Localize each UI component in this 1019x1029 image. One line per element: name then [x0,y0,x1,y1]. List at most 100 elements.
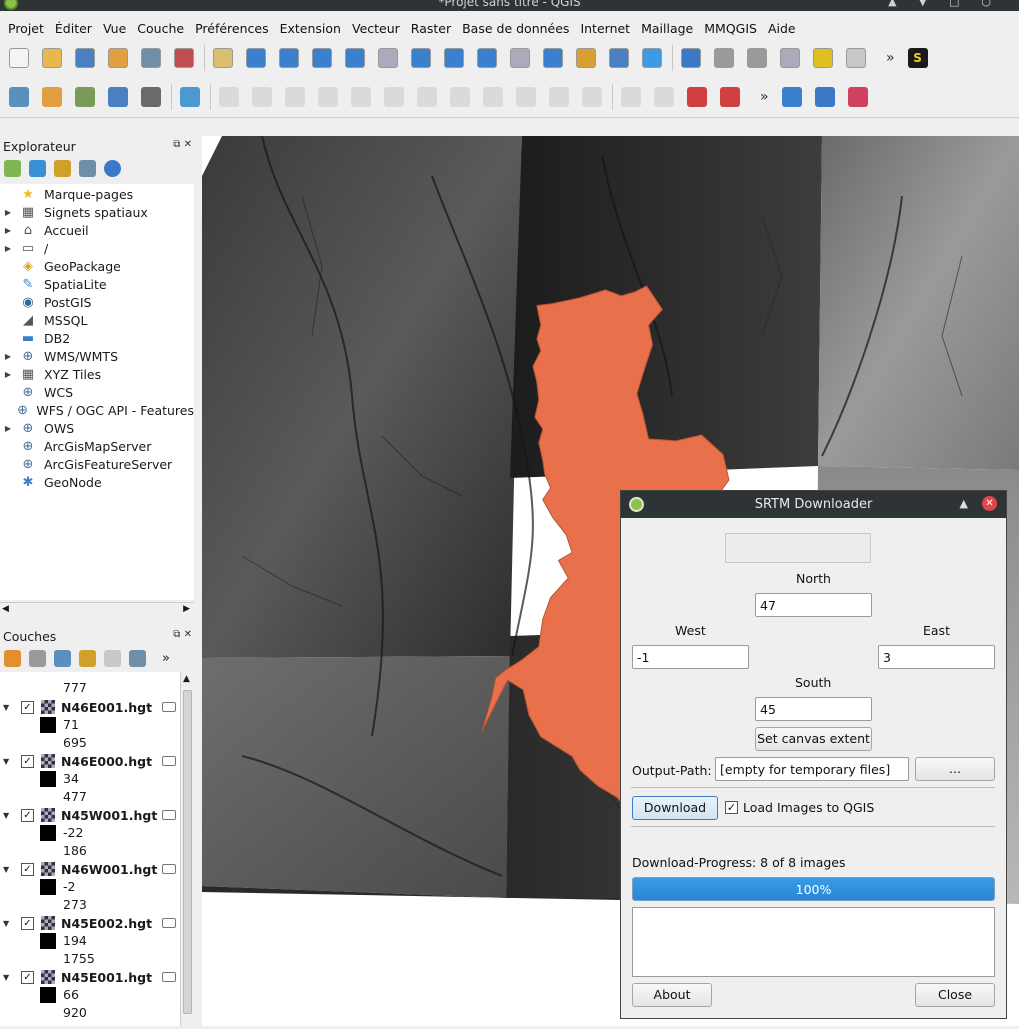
pan-icon[interactable] [210,45,236,71]
digitize-icon[interactable] [6,84,32,110]
scroll-thumb[interactable] [183,690,192,1014]
collapse-arrow-icon[interactable]: ▼ [3,919,13,928]
browser-item[interactable]: ▶ ⊕ WMS/WMTS [0,347,194,365]
menu-9[interactable]: Internet [576,21,637,36]
menu-7[interactable]: Raster [407,21,458,36]
browser-item[interactable]: ▬ DB2 [0,329,194,347]
info-icon[interactable] [104,159,121,177]
collapse-all-icon[interactable] [79,159,96,177]
browser-item[interactable]: ⊕ ArcGisMapServer [0,437,194,455]
menu-4[interactable]: Préférences [191,21,276,36]
style-icon[interactable] [4,649,21,667]
browser-item[interactable]: ▶ ▦ XYZ Tiles [0,365,194,383]
browser-item[interactable]: ▶ ⊕ OWS [0,419,194,437]
layer-metadata-icon[interactable] [162,756,176,766]
script-icon[interactable]: S [905,45,931,71]
menu-12[interactable]: Aide [764,21,803,36]
expand-arrow-icon[interactable]: ▶ [2,226,14,235]
expand-all-icon[interactable] [129,649,146,667]
layer-row[interactable]: ▼ ✓ N46W001.hgt [0,860,180,878]
zoom-out-icon[interactable] [309,45,335,71]
layer-visibility-checkbox[interactable]: ✓ [21,700,34,714]
filter-icon[interactable] [54,159,71,177]
add-polygon-icon[interactable] [282,84,308,110]
set-canvas-extent-button[interactable]: Set canvas extent [755,727,872,751]
add-selected-icon[interactable] [4,159,21,177]
browser-item[interactable]: ★ Marque-pages [0,185,194,203]
load-images-checkbox[interactable]: ✓ [725,801,738,814]
layer-visibility-checkbox[interactable]: ✓ [21,916,34,930]
scroll-left-icon[interactable]: ◀ [2,604,9,614]
east-input[interactable]: 3 [878,645,995,669]
layer-row[interactable]: ▼ ✓ N45E002.hgt [0,914,180,932]
south-input[interactable]: 45 [755,697,872,721]
add-group-icon[interactable] [29,649,46,667]
python-console-icon[interactable] [779,84,805,110]
select-value-icon[interactable] [777,45,803,71]
copy-icon[interactable] [447,84,473,110]
visibility-icon[interactable] [54,649,71,667]
temporal-icon[interactable] [573,45,599,71]
close-button[interactable]: Close [915,983,995,1007]
shade-icon[interactable]: ▲ [960,497,968,510]
new-layout-icon[interactable] [105,45,131,71]
current-edits-icon[interactable] [249,84,275,110]
vertex-tool-icon[interactable] [72,84,98,110]
browser-item[interactable]: ⊕ WFS / OGC API - Features [0,401,194,419]
layer-row[interactable]: ▼ ✓ N46E001.hgt [0,698,180,716]
save-project-icon[interactable] [72,45,98,71]
refresh-icon[interactable] [639,45,665,71]
menu-8[interactable]: Base de données [458,21,576,36]
download-button[interactable]: Download [632,796,718,820]
window-controls[interactable]: ▲▼□○ [888,0,1013,8]
layer-visibility-checkbox[interactable]: ✓ [21,754,34,768]
move-feature-icon[interactable] [348,84,374,110]
browser-item[interactable]: ▶ ▦ Signets spatiaux [0,203,194,221]
label-red-icon[interactable] [717,84,743,110]
cut-icon[interactable] [414,84,440,110]
scroll-right-icon[interactable]: ▶ [183,604,190,614]
browser-item[interactable]: ◢ MSSQL [0,311,194,329]
filter-expression-icon[interactable] [104,649,121,667]
expand-arrow-icon[interactable]: ▶ [2,370,14,379]
more-icon[interactable]: » [162,651,170,666]
zoom-last-icon[interactable] [474,45,500,71]
layer-visibility-checkbox[interactable]: ✓ [21,970,34,984]
west-input[interactable]: -1 [632,645,749,669]
menu-6[interactable]: Vecteur [348,21,407,36]
browser-item[interactable]: ◉ PostGIS [0,293,194,311]
browser-hscrollbar[interactable]: ◀ ▶ [0,602,194,616]
help-icon[interactable] [812,84,838,110]
expand-arrow-icon[interactable]: ▶ [2,352,14,361]
deselect-icon[interactable] [810,45,836,71]
open-project-icon[interactable] [39,45,65,71]
filter-icon[interactable] [79,649,96,667]
layer-metadata-icon[interactable] [162,972,176,982]
menu-1[interactable]: Éditer [51,21,99,36]
action-icon[interactable] [711,45,737,71]
menu-3[interactable]: Couche [133,21,191,36]
browser-item[interactable]: ✎ SpatiaLite [0,275,194,293]
expand-arrow-icon[interactable]: ▶ [2,208,14,217]
expand-arrow-icon[interactable]: ▶ [2,244,14,253]
layer-row[interactable]: ▼ ✓ N45W001.hgt [0,806,180,824]
north-input[interactable]: 47 [755,593,872,617]
label-move-icon[interactable] [618,84,644,110]
toggle-edit-icon[interactable] [177,84,203,110]
new-bookmark-icon[interactable] [606,45,632,71]
menu-10[interactable]: Maillage [637,21,700,36]
collapse-arrow-icon[interactable]: ▼ [3,865,13,874]
browser-item[interactable]: ⊕ ArcGisFeatureServer [0,455,194,473]
browser-item[interactable]: ▶ ▭ / [0,239,194,257]
label-icon[interactable] [579,84,605,110]
layer-row[interactable]: ▼ ✓ N45E001.hgt [0,968,180,986]
toolbar-more-icon[interactable]: » [886,50,895,66]
select-icon[interactable] [744,45,770,71]
layout-manager-icon[interactable] [138,45,164,71]
layers-vscrollbar[interactable]: ▲ [180,672,194,1026]
collapse-arrow-icon[interactable]: ▼ [3,973,13,982]
layer-metadata-icon[interactable] [162,810,176,820]
browser-item[interactable]: ▶ ⌂ Accueil [0,221,194,239]
delete-icon[interactable] [381,84,407,110]
log-textarea[interactable] [632,907,995,977]
